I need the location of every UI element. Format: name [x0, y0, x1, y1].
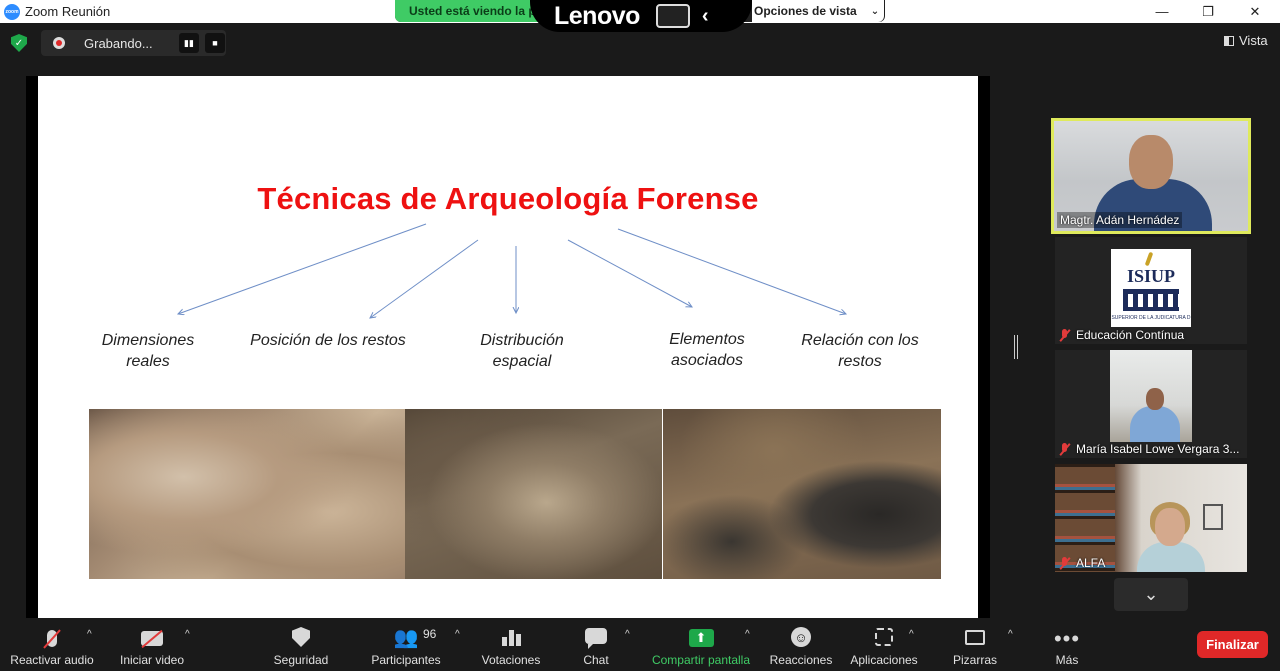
zoom-window: zoom Zoom Reunión — ❐ ✕ Usted está viend… [0, 0, 1280, 671]
chevron-down-icon: ⌄ [870, 5, 880, 17]
whiteboards-options-caret[interactable]: ^ [1008, 629, 1013, 640]
participant-face [1129, 135, 1173, 189]
audio-options-caret[interactable]: ^ [87, 629, 92, 640]
shield-icon [292, 627, 310, 647]
share-arrow-icon: ⬆ [688, 629, 714, 647]
participant-body [1130, 406, 1180, 442]
slide-item-3: Distribución espacial [480, 332, 564, 370]
unmute-button[interactable]: Reactivar audio [8, 620, 96, 671]
muted-mic-icon [1059, 442, 1071, 456]
pause-recording-button[interactable]: ▮▮ [179, 33, 199, 53]
share-screen-button[interactable]: ⬆ Compartir pantalla [646, 620, 756, 671]
participant-tile[interactable]: ALFA [1055, 464, 1247, 572]
view-options-label: Opciones de vista [754, 4, 857, 18]
lenovo-overlay: Lenovo ‹ [530, 0, 752, 32]
view-button[interactable]: Vista [1224, 33, 1268, 48]
participant-name: ALFA [1059, 556, 1105, 570]
wall-frame [1203, 504, 1223, 530]
slide-item-2: Posición de los restos [250, 332, 406, 349]
recording-label: Grabando... [84, 35, 153, 51]
chat-icon [585, 628, 607, 649]
participant-face [1155, 508, 1185, 546]
video-off-icon [141, 631, 163, 646]
meeting-toolbar: Reactivar audio ^ Iniciar video ^ Seguri… [0, 620, 1280, 671]
share-options-caret[interactable]: ^ [745, 629, 750, 640]
isiup-logo-subtext: SUPERIOR DE LA JUDICATURA D [1111, 315, 1191, 321]
chat-button[interactable]: Chat [576, 620, 616, 671]
more-participants-button[interactable]: ⌄ [1114, 578, 1188, 611]
participant-body [1137, 542, 1205, 572]
arrow-2 [370, 239, 479, 318]
columns-icon [1123, 289, 1179, 311]
bar-chart-icon [501, 630, 521, 646]
close-button[interactable]: ✕ [1232, 0, 1278, 23]
whiteboards-button[interactable]: Pizarras [950, 620, 1000, 671]
video-options-caret[interactable]: ^ [185, 629, 190, 640]
muted-mic-icon [1059, 556, 1071, 570]
smiley-icon: ☺ [791, 627, 811, 647]
zoom-logo-icon: zoom [4, 3, 20, 20]
whiteboard-icon [965, 630, 985, 645]
panel-resize-handle[interactable] [1014, 335, 1018, 359]
start-video-button[interactable]: Iniciar video [112, 620, 192, 671]
recording-indicator: Grabando... ▮▮ ■ [41, 30, 226, 56]
excavation-photo-2 [405, 409, 662, 579]
participant-tile[interactable]: María Isabel Lowe Vergara 3... [1055, 350, 1247, 458]
participant-tile-active-speaker[interactable]: Magtr. Adán Hernádez [1051, 118, 1251, 234]
polls-button[interactable]: Votaciones [476, 620, 546, 671]
participant-name: María Isabel Lowe Vergara 3... [1059, 442, 1239, 456]
muted-mic-icon [47, 630, 57, 647]
participant-count: 96 [423, 627, 437, 641]
reactions-button[interactable]: ☺ Reacciones [766, 620, 836, 671]
apps-options-caret[interactable]: ^ [909, 629, 914, 640]
arrow-1 [178, 223, 427, 314]
security-shield-icon[interactable]: ✓ [11, 34, 27, 52]
arrow-5 [617, 228, 846, 314]
participant-name: Educación Contínua [1059, 328, 1184, 342]
participant-video [1110, 350, 1192, 442]
view-options-button[interactable]: Opciones de vista ⌄ [752, 0, 884, 22]
record-icon [53, 37, 65, 49]
excavation-photo-3 [662, 409, 941, 579]
muted-mic-icon [1059, 328, 1071, 342]
security-button[interactable]: Seguridad [266, 620, 336, 671]
isiup-logo: ISIUP SUPERIOR DE LA JUDICATURA D [1111, 249, 1191, 327]
slide-item-4: Elementos asociados [669, 331, 745, 369]
people-icon: 👥 [393, 627, 419, 649]
more-button[interactable]: ••• Más [1050, 620, 1084, 671]
end-meeting-button[interactable]: Finalizar [1197, 631, 1268, 658]
isiup-logo-text: ISIUP [1126, 266, 1175, 286]
slide-item-5: Relación con los restos [801, 332, 919, 370]
apps-icon [875, 628, 893, 646]
chevron-down-icon: ⌄ [1143, 584, 1159, 604]
excavation-photo-1 [89, 409, 405, 579]
view-button-label: Vista [1239, 33, 1268, 48]
chevron-left-icon[interactable]: ‹ [702, 5, 709, 28]
lenovo-brand: Lenovo [554, 1, 640, 30]
share-status-text: Usted está viendo la pantalla [395, 0, 540, 22]
photo-divider [662, 409, 663, 579]
apps-button[interactable]: Aplicaciones [846, 620, 922, 671]
participant-tile[interactable]: ISIUP SUPERIOR DE LA JUDICATURA D Educac… [1055, 237, 1247, 344]
chat-options-caret[interactable]: ^ [625, 629, 630, 640]
maximize-button[interactable]: ❐ [1185, 0, 1231, 23]
participant-face [1146, 388, 1164, 410]
screen-icon[interactable] [655, 4, 690, 28]
view-grid-icon [1224, 35, 1234, 46]
minimize-button[interactable]: — [1139, 0, 1185, 23]
stop-recording-button[interactable]: ■ [205, 33, 225, 53]
presentation-slide: Técnicas de Arqueología Forense Dimensio… [38, 76, 978, 618]
slide-item-1: Dimensiones reales [101, 332, 195, 370]
feather-icon [1144, 251, 1154, 267]
participants-options-caret[interactable]: ^ [455, 629, 460, 640]
participant-name: Magtr. Adán Hernádez [1057, 212, 1183, 228]
more-dots-icon: ••• [1053, 626, 1081, 651]
window-title: Zoom Reunión [25, 4, 111, 19]
